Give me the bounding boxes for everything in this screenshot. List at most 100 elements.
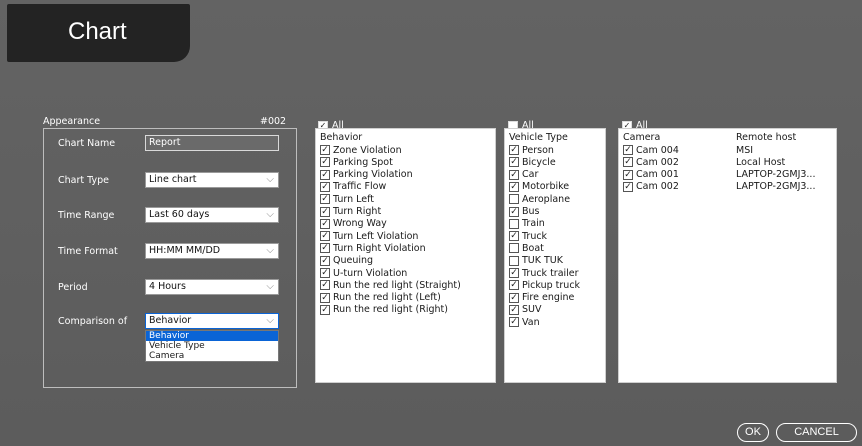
checkbox-icon[interactable]: ✓	[509, 157, 519, 168]
vehicle-type-item[interactable]: Train	[509, 218, 545, 230]
dropdown-option-behavior[interactable]: Behavior	[146, 331, 278, 341]
checkbox-icon[interactable]: ✓	[320, 218, 330, 229]
behavior-item[interactable]: ✓ Turn Right Violation	[320, 242, 426, 254]
remote-host-value: MSI	[736, 144, 754, 156]
time-format-value: HH:MM MM/DD	[149, 245, 221, 256]
checkbox-icon[interactable]: ✓	[320, 268, 330, 278]
checkbox-icon[interactable]: ✓	[320, 231, 330, 242]
period-value: 4 Hours	[149, 281, 186, 292]
vehicle-type-item[interactable]: ✓ Truck	[509, 230, 547, 242]
checkbox-icon[interactable]: ✓	[320, 304, 330, 315]
chevron-down-icon: ⌵	[266, 281, 274, 292]
behavior-item-label: U-turn Violation	[333, 267, 408, 279]
vehicle-type-item[interactable]: TUK TUK	[509, 255, 563, 267]
behavior-item[interactable]: ✓ U-turn Violation	[320, 267, 407, 279]
vehicle-type-item[interactable]: ✓ Bus	[509, 206, 540, 218]
checkbox-icon[interactable]: ✓	[320, 243, 330, 254]
comparison-select[interactable]: Behavior ⌵	[145, 313, 279, 329]
behavior-item-label: Turn Left	[333, 193, 375, 205]
checkbox-icon[interactable]: ✓	[509, 231, 519, 242]
checkbox-icon[interactable]: ✓	[320, 194, 330, 205]
vehicle-type-item[interactable]: ✓ Pickup truck	[509, 279, 580, 291]
vehicle-type-item[interactable]: Boat	[509, 242, 544, 254]
vehicle-type-item[interactable]: ✓ Truck trailer	[509, 267, 579, 279]
behavior-item[interactable]: ✓ Parking Spot	[320, 156, 393, 168]
chart-type-select[interactable]: Line chart ⌵	[145, 172, 279, 188]
chevron-down-icon: ⌵	[266, 174, 274, 185]
checkbox-icon[interactable]: ✓	[509, 280, 519, 291]
dropdown-option-camera[interactable]: Camera	[146, 351, 278, 361]
vehicle-type-item[interactable]: ✓ Fire engine	[509, 292, 574, 304]
remote-host-value: Local Host	[736, 156, 786, 168]
time-range-select[interactable]: Last 60 days ⌵	[145, 207, 279, 223]
appearance-code: #002	[260, 116, 287, 127]
behavior-item[interactable]: ✓ Turn Left Violation	[320, 230, 418, 242]
behavior-item[interactable]: ✓ Traffic Flow	[320, 181, 386, 193]
time-format-select[interactable]: HH:MM MM/DD ⌵	[145, 243, 279, 259]
checkbox-icon[interactable]: ✓	[320, 181, 330, 192]
behavior-item[interactable]: ✓ Zone Violation	[320, 144, 402, 156]
checkbox-icon[interactable]: ✓	[509, 317, 519, 328]
checkbox-icon[interactable]: ✓	[320, 169, 330, 180]
checkbox-icon[interactable]: ✓	[509, 304, 519, 315]
behavior-item[interactable]: ✓ Run the red light (Straight)	[320, 279, 461, 291]
behavior-panel: Behavior ✓ Zone Violation ✓ Parking Spot ✓ Pa…	[315, 128, 496, 383]
camera-panel: Camera Remote host ✓ Cam 004 MSI ✓ Cam 002 Lo…	[618, 128, 837, 383]
checkbox-icon[interactable]: ✓	[320, 280, 330, 291]
vehicle-type-item[interactable]: ✓ SUV	[509, 304, 541, 316]
checkbox-icon[interactable]: ✓	[509, 145, 519, 155]
behavior-item[interactable]: ✓ Parking Violation	[320, 169, 413, 181]
checkbox-icon[interactable]: ✓	[320, 255, 330, 266]
cancel-button[interactable]: CANCEL	[776, 423, 857, 442]
checkbox-icon[interactable]: ✓	[509, 206, 519, 217]
camera-item[interactable]: ✓ Cam 002	[623, 181, 679, 193]
comparison-label: Comparison of	[58, 316, 128, 327]
checkbox-icon[interactable]: ✓	[623, 169, 633, 180]
dropdown-option-vehicle-type[interactable]: Vehicle Type	[146, 341, 278, 351]
behavior-item-label: Run the red light (Straight)	[333, 279, 461, 291]
behavior-item[interactable]: ✓ Queuing	[320, 255, 373, 267]
checkbox-icon[interactable]: ✓	[623, 145, 633, 155]
checkbox-icon[interactable]: ✓	[623, 181, 633, 192]
camera-item[interactable]: ✓ Cam 002	[623, 156, 679, 168]
ok-button[interactable]: OK	[737, 423, 769, 442]
behavior-item[interactable]: ✓ Wrong Way	[320, 218, 387, 230]
checkbox-icon[interactable]	[509, 218, 519, 229]
vehicle-type-item[interactable]: Aeroplane	[509, 193, 570, 205]
behavior-item[interactable]: ✓ Run the red light (Left)	[320, 292, 441, 304]
camera-item[interactable]: ✓ Cam 001	[623, 169, 679, 181]
vehicle-type-item[interactable]: ✓ Bicycle	[509, 156, 556, 168]
behavior-item[interactable]: ✓ Turn Right	[320, 206, 381, 218]
chart-name-input[interactable]: Report	[145, 135, 279, 151]
checkbox-icon[interactable]: ✓	[320, 292, 330, 303]
checkbox-icon[interactable]: ✓	[320, 145, 330, 155]
vehicle-type-item-label: Truck	[522, 230, 548, 242]
behavior-item[interactable]: ✓ Run the red light (Right)	[320, 304, 448, 316]
checkbox-icon[interactable]: ✓	[320, 206, 330, 217]
behavior-item-label: Traffic Flow	[333, 181, 387, 193]
dialog-title: Chart	[68, 18, 127, 45]
remote-host-header: Remote host	[736, 132, 797, 143]
chevron-down-icon: ⌵	[266, 209, 274, 220]
behavior-item-label: Queuing	[333, 255, 374, 267]
checkbox-icon[interactable]: ✓	[509, 292, 519, 303]
checkbox-icon[interactable]: ✓	[509, 268, 519, 278]
behavior-item-label: Turn Left Violation	[333, 230, 419, 242]
checkbox-icon[interactable]: ✓	[509, 181, 519, 192]
checkbox-icon[interactable]	[509, 194, 519, 205]
vehicle-type-item[interactable]: ✓ Car	[509, 169, 538, 181]
vehicle-type-item[interactable]: ✓ Van	[509, 316, 540, 328]
checkbox-icon[interactable]: ✓	[623, 157, 633, 168]
chevron-down-icon: ⌵	[266, 315, 274, 326]
vehicle-type-item[interactable]: ✓ Motorbike	[509, 181, 569, 193]
behavior-item-label: Run the red light (Right)	[333, 304, 448, 316]
behavior-item[interactable]: ✓ Turn Left	[320, 193, 374, 205]
period-select[interactable]: 4 Hours ⌵	[145, 279, 279, 295]
checkbox-icon[interactable]	[509, 243, 519, 254]
behavior-item-label: Parking Violation	[333, 169, 413, 181]
checkbox-icon[interactable]: ✓	[320, 157, 330, 168]
checkbox-icon[interactable]: ✓	[509, 169, 519, 180]
camera-item[interactable]: ✓ Cam 004	[623, 144, 679, 156]
vehicle-type-item[interactable]: ✓ Person	[509, 144, 554, 156]
checkbox-icon[interactable]	[509, 255, 519, 266]
